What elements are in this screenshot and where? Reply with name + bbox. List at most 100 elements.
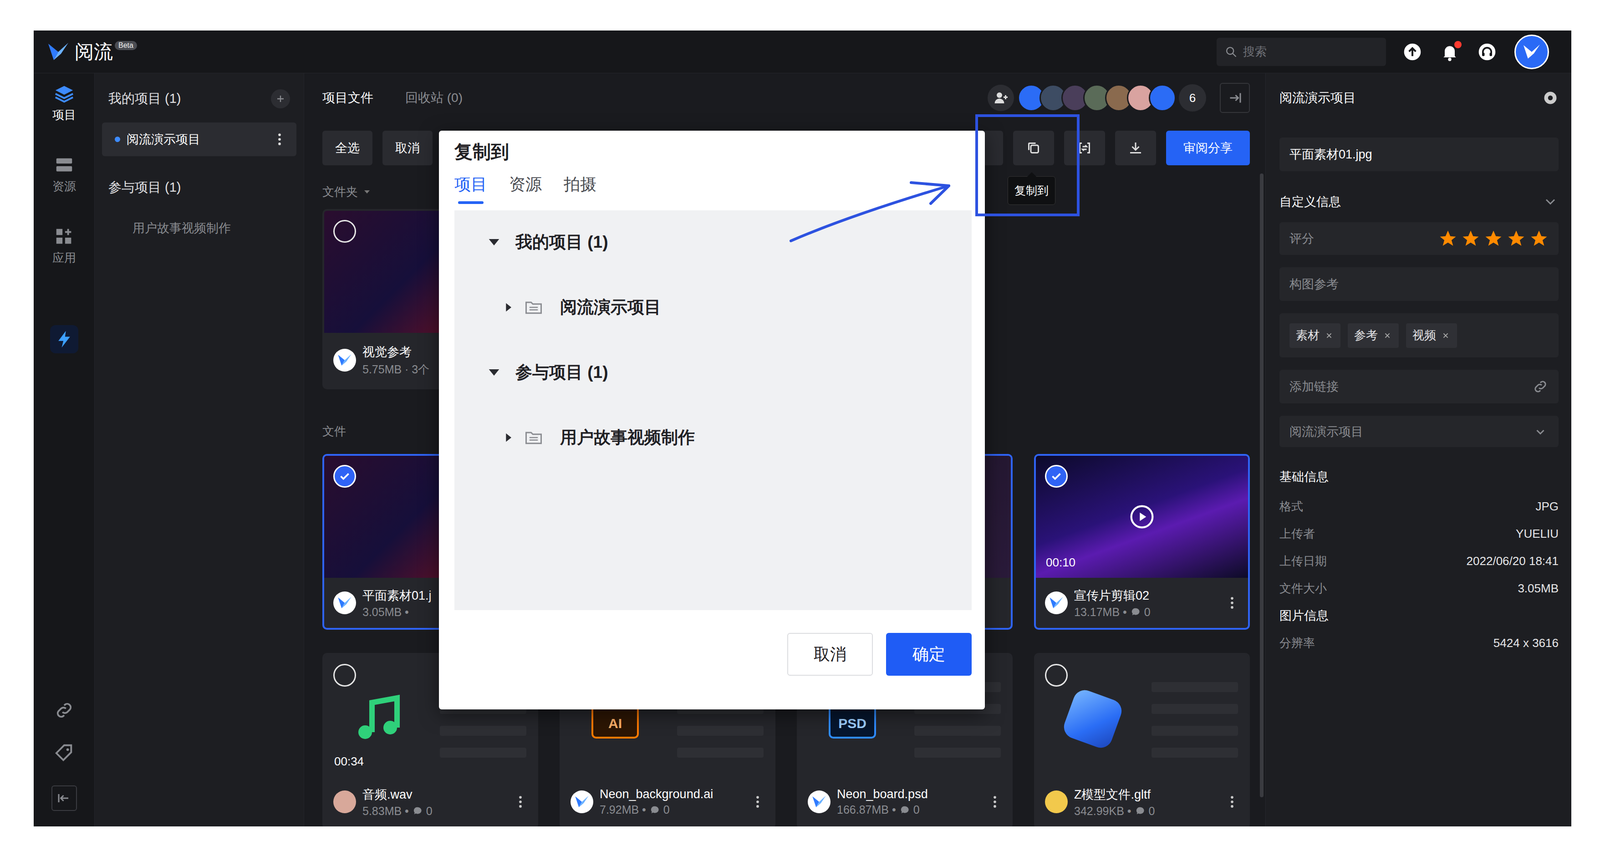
chevron-down-icon <box>1532 423 1549 440</box>
tag[interactable]: 参考 <box>1347 323 1399 348</box>
custom-info-header[interactable]: 自定义信息 <box>1279 188 1559 216</box>
rail-label: 项目 <box>52 107 77 123</box>
group-title[interactable]: 我的项目 (1) <box>101 85 297 113</box>
panel-toggle[interactable] <box>1219 82 1250 113</box>
caret-down-icon[interactable] <box>486 364 502 381</box>
tab[interactable]: 项目文件 <box>322 89 374 107</box>
star-icon[interactable] <box>1461 229 1481 249</box>
review-share-button[interactable]: 审阅分享 <box>1166 130 1250 166</box>
tag[interactable]: 视频 <box>1406 323 1458 348</box>
add-project-button[interactable] <box>270 89 291 109</box>
tree-node[interactable]: 阅流演示项目 <box>454 292 972 322</box>
collapse-button[interactable] <box>51 785 77 811</box>
more-icon[interactable] <box>1224 595 1240 611</box>
copy-icon <box>1025 139 1042 157</box>
headset-icon[interactable] <box>1477 41 1498 62</box>
file-card[interactable]: 00:10宣传片剪辑0213.17MB •0 <box>1034 453 1250 630</box>
project-item[interactable]: 阅流演示项目 <box>101 122 297 157</box>
check-icon <box>336 468 353 485</box>
star-icon[interactable] <box>1438 229 1458 249</box>
select-checkbox[interactable] <box>1044 464 1068 488</box>
app-shortcut[interactable] <box>50 325 79 354</box>
close-icon[interactable] <box>1382 330 1393 341</box>
file-meta: 13.17MB •0 <box>1074 605 1218 619</box>
comment-count: 0 <box>1148 804 1156 818</box>
caret-right-icon[interactable] <box>501 431 515 444</box>
close-icon[interactable] <box>1324 330 1335 341</box>
more-icon[interactable] <box>512 794 529 810</box>
star-rating[interactable] <box>1438 229 1549 249</box>
copy-to-dialog: 复制到项目资源拍摄我的项目 (1)阅流演示项目参与项目 (1)用户故事视频制作取… <box>438 130 985 710</box>
star-icon[interactable] <box>1506 229 1526 249</box>
file-name: 音频.wav <box>362 786 507 803</box>
move-button[interactable] <box>1064 130 1106 166</box>
tag[interactable]: 素材 <box>1289 323 1341 348</box>
file-area-header: 项目文件 回收站 (0) 6 <box>322 73 1250 123</box>
star-icon[interactable] <box>1529 229 1549 249</box>
notification-button[interactable] <box>1439 41 1460 62</box>
dialog-tab[interactable]: 拍摄 <box>563 173 597 204</box>
dialog-button[interactable]: 取消 <box>787 632 873 676</box>
copy-to-button[interactable]: 复制到 <box>1013 130 1055 166</box>
rail-item[interactable]: 资源 <box>52 154 77 227</box>
file-meta: 342.99KB •0 <box>1074 804 1218 818</box>
top-bar: 阅流Beta 搜索 <box>33 30 1572 74</box>
project-item[interactable]: 用户故事视频制作 <box>101 211 297 245</box>
dialog-button[interactable]: 确定 <box>886 632 972 676</box>
download-icon <box>1127 139 1144 157</box>
file-name: Z模型文件.gltf <box>1074 786 1218 803</box>
rail-item[interactable]: 应用 <box>52 226 77 298</box>
download-button[interactable] <box>1115 130 1157 166</box>
search-field[interactable]: 搜索 <box>1216 37 1386 67</box>
more-icon[interactable] <box>1224 794 1240 810</box>
preview-placeholder <box>1151 682 1239 758</box>
group-title[interactable]: 参与项目 (1) <box>101 173 297 202</box>
file-card[interactable]: Z模型文件.gltf342.99KB •0 <box>1034 652 1250 827</box>
select-checkbox[interactable] <box>1044 663 1068 687</box>
info-row: 分辨率5424 x 3616 <box>1279 629 1559 657</box>
more-icon[interactable] <box>271 131 288 148</box>
project-select[interactable]: 阅流演示项目 <box>1279 415 1559 448</box>
rail-item[interactable]: 项目 <box>52 83 77 155</box>
dialog-tab[interactable]: 项目 <box>454 173 488 204</box>
caret-down-icon[interactable] <box>486 234 502 250</box>
member-avatars[interactable]: 6 <box>1023 84 1207 112</box>
select-checkbox[interactable] <box>333 663 357 687</box>
upload-icon[interactable] <box>1402 41 1423 62</box>
tab[interactable]: 回收站 (0) <box>405 89 463 107</box>
composition-field[interactable]: 构图参考 <box>1279 267 1559 301</box>
comment-count: 0 <box>913 803 920 817</box>
invite-button[interactable] <box>987 84 1015 112</box>
comment-icon <box>412 805 423 816</box>
gear-icon[interactable] <box>1542 89 1559 107</box>
close-icon[interactable] <box>1440 330 1451 341</box>
select-checkbox[interactable] <box>333 464 357 488</box>
user-avatar[interactable] <box>1514 34 1550 70</box>
caret-right-icon[interactable] <box>501 300 515 314</box>
cube-icon <box>1060 687 1126 752</box>
dialog-tab[interactable]: 资源 <box>509 173 542 204</box>
beta-badge: Beta <box>114 40 138 51</box>
tree-node[interactable]: 参与项目 (1) <box>454 357 972 387</box>
link-icon[interactable] <box>53 699 75 721</box>
link-field[interactable]: 添加链接 <box>1279 369 1559 404</box>
more-icon[interactable] <box>749 794 766 810</box>
info-row: 格式JPG <box>1279 492 1559 520</box>
star-icon[interactable] <box>1483 229 1504 249</box>
play-icon[interactable] <box>1129 504 1155 530</box>
file-name-field[interactable]: 平面素材01.jpg <box>1279 137 1559 172</box>
tree-node[interactable]: 用户故事视频制作 <box>454 422 972 452</box>
toolbar-button[interactable]: 全选 <box>322 130 373 166</box>
brand[interactable]: 阅流Beta <box>47 39 138 65</box>
tags-field[interactable]: 素材参考视频 <box>1279 313 1559 358</box>
rating-field[interactable]: 评分 <box>1279 222 1559 255</box>
toolbar-button[interactable]: 取消 <box>382 130 433 166</box>
link-icon <box>1532 378 1549 395</box>
info-row: 上传者YUELIU <box>1279 519 1559 548</box>
tree-node[interactable]: 我的项目 (1) <box>454 227 972 257</box>
duration: 00:34 <box>334 754 364 769</box>
scrollbar[interactable] <box>1259 173 1264 798</box>
select-checkbox[interactable] <box>333 219 357 243</box>
tag-icon[interactable] <box>53 742 75 764</box>
more-icon[interactable] <box>987 794 1003 810</box>
